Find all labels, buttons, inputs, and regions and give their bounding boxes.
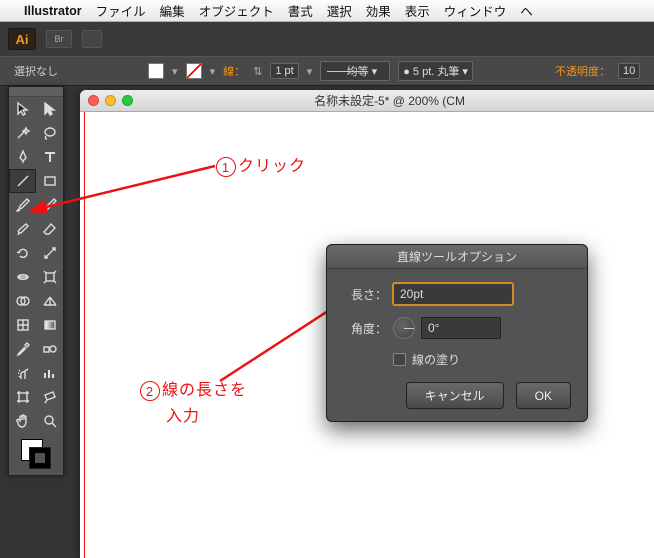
checkbox-icon[interactable] [393,353,406,366]
menu-item[interactable]: オブジェクト [199,1,274,20]
menu-item[interactable]: ヘ [520,1,533,20]
stroke-swatch[interactable] [186,63,202,79]
tool-slice[interactable] [36,385,63,409]
tool-rotate[interactable] [9,241,36,265]
app-toolbar: Ai Br [0,22,654,56]
tool-type[interactable] [36,145,63,169]
artboard-edge [80,112,84,558]
tool-pencil[interactable] [36,193,63,217]
tool-zoom[interactable] [36,409,63,433]
control-bar: 選択なし ▾ ▾ 線： ⇅ 1 pt ▾ 均等 ▾ ● 5 pt. 丸筆 ▾ 不… [0,56,654,86]
fill-swatch[interactable] [148,63,164,79]
document-titlebar[interactable]: 名称未設定-5* @ 200% (CM [80,90,654,112]
tool-eraser[interactable] [36,217,63,241]
menu-app[interactable]: Illustrator [24,4,82,18]
stroke-label[interactable]: 線： [223,63,245,79]
tool-rectangle[interactable] [36,169,63,193]
fill-stroke-control[interactable] [9,433,63,475]
tool-lasso[interactable] [36,121,63,145]
stroke-color[interactable] [29,447,51,469]
tool-magic-wand[interactable] [9,121,36,145]
tool-symbol-sprayer[interactable] [9,361,36,385]
fill-line-checkbox[interactable]: 線の塗り [393,351,571,368]
minimize-icon[interactable] [105,95,116,106]
mac-menubar: Illustrator ファイル 編集 オブジェクト 書式 選択 効果 表示 ウ… [0,0,654,22]
document-title: 名称未設定-5* @ 200% (CM [133,92,646,109]
length-label: 長さ： [343,286,387,303]
opacity-field[interactable]: 10 [618,63,640,79]
tool-selection[interactable] [9,97,36,121]
tool-free-transform[interactable] [36,265,63,289]
fill-line-label: 線の塗り [412,351,460,368]
chevron-down-icon[interactable]: ▾ [172,65,178,78]
opacity-label[interactable]: 不透明度： [555,63,610,79]
workspace: 名称未設定-5* @ 200% (CM 1クリック 2線の長さを 入力 直線ツー… [0,86,654,558]
menu-item[interactable]: 効果 [366,1,391,20]
angle-input[interactable] [421,317,501,339]
tool-hand[interactable] [9,409,36,433]
tool-column-graph[interactable] [36,361,63,385]
close-icon[interactable] [88,95,99,106]
tool-perspective-grid[interactable] [36,289,63,313]
menu-item[interactable]: ウィンドウ [444,1,507,20]
toolbox [8,86,64,476]
tool-mesh[interactable] [9,313,36,337]
stepper-icon[interactable]: ⇅ [253,65,262,78]
length-input[interactable] [393,283,513,305]
bridge-button[interactable]: Br [46,30,72,48]
toolbox-grip[interactable] [9,87,63,97]
tool-width[interactable] [9,265,36,289]
angle-dial[interactable] [393,317,415,339]
profile-dropdown[interactable]: 均等 ▾ [320,61,390,81]
annotation-2: 2線の長さを 入力 [140,378,247,429]
arrange-docs-button[interactable] [82,30,102,48]
tool-eyedropper[interactable] [9,337,36,361]
menu-item[interactable]: 表示 [405,1,430,20]
menu-item[interactable]: 編集 [160,1,185,20]
angle-label: 角度： [343,320,387,337]
tool-blend[interactable] [36,337,63,361]
chevron-down-icon[interactable]: ▾ [307,65,313,78]
tool-line-segment[interactable] [9,169,36,193]
stroke-weight-field[interactable]: 1 pt [270,63,298,79]
dialog-title[interactable]: 直線ツールオプション [327,245,587,269]
tool-direct-selection[interactable] [36,97,63,121]
tool-gradient[interactable] [36,313,63,337]
line-tool-options-dialog: 直線ツールオプション 長さ： 角度： 線の塗り キャンセル OK [326,244,588,422]
tool-artboard[interactable] [9,385,36,409]
annotation-1: 1クリック [216,152,306,177]
cancel-button[interactable]: キャンセル [406,382,504,409]
chevron-down-icon[interactable]: ▾ [210,65,216,78]
tool-shape-builder[interactable] [9,289,36,313]
zoom-icon[interactable] [122,95,133,106]
brush-dropdown[interactable]: ● 5 pt. 丸筆 ▾ [398,61,473,81]
ok-button[interactable]: OK [516,382,571,409]
tool-blob-brush[interactable] [9,217,36,241]
selection-status: 選択なし [14,63,58,79]
menu-item[interactable]: ファイル [96,1,146,20]
menu-item[interactable]: 選択 [327,1,352,20]
menu-item[interactable]: 書式 [288,1,313,20]
ai-logo: Ai [8,28,36,50]
tool-scale[interactable] [36,241,63,265]
tool-paintbrush[interactable] [9,193,36,217]
tool-pen[interactable] [9,145,36,169]
